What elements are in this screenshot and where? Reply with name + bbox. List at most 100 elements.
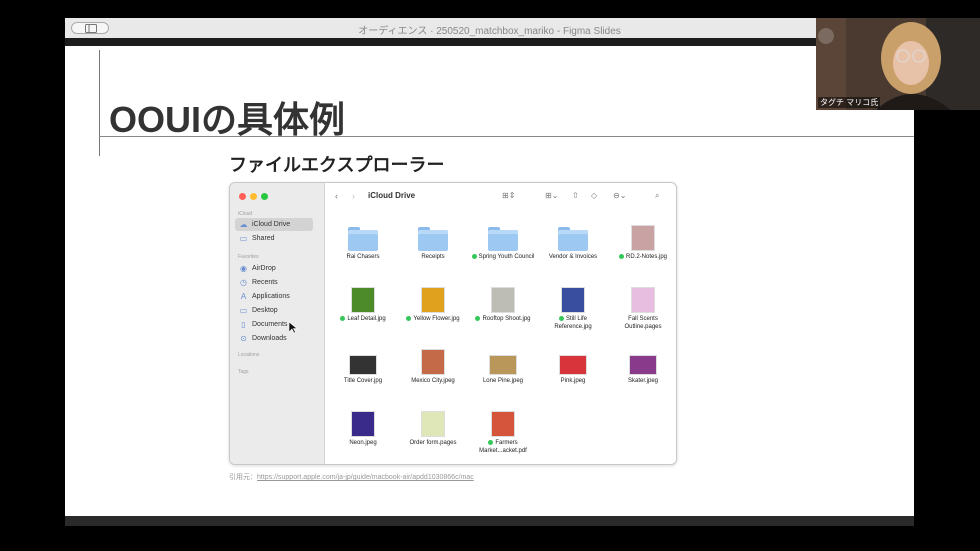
file-name: RD.2-Notes.jpg bbox=[625, 254, 667, 261]
document-icon: ▯ bbox=[241, 320, 246, 329]
file-label: RD.2-Notes.jpg bbox=[610, 254, 676, 262]
cloud-icon: ☁ bbox=[239, 220, 248, 229]
sidebar-section-icloud: iCloud bbox=[238, 211, 253, 217]
file-name: Rai Chasers bbox=[346, 254, 380, 260]
image-thumbnail-icon bbox=[561, 287, 585, 313]
file-name: Lone Pine.jpeg bbox=[482, 378, 524, 384]
file-name: Skater.jpeg bbox=[627, 378, 659, 384]
file-item[interactable]: Skater.jpeg bbox=[610, 345, 676, 386]
file-label: Fall Scents Outline.pages bbox=[610, 316, 676, 331]
file-item[interactable]: Mexico City.jpeg bbox=[400, 345, 466, 386]
sync-status-icon bbox=[475, 316, 481, 321]
webcam-name-label: タグチ マリコ氏 bbox=[818, 97, 881, 108]
file-item[interactable]: Order form.pages bbox=[400, 407, 466, 448]
file-item[interactable]: Leaf Detail.jpg bbox=[330, 283, 396, 324]
group-by-icon[interactable]: ⊞⌄ bbox=[545, 191, 558, 200]
slide-canvas: OOUIの具体例 ファイルエクスプローラー iCloud ☁ iCloud Dr… bbox=[65, 46, 914, 516]
sidebar-item-documents[interactable]: ▯ Documents bbox=[235, 318, 313, 331]
file-item[interactable]: Yellow Flower.jpg bbox=[400, 283, 466, 324]
pages-document-icon bbox=[421, 411, 445, 437]
sync-status-icon bbox=[340, 316, 346, 321]
file-item[interactable]: RD.2-Notes.jpg bbox=[610, 221, 676, 262]
file-item[interactable]: Fall Scents Outline.pages bbox=[610, 283, 676, 331]
minimize-window-button[interactable] bbox=[250, 193, 257, 200]
sidebar-item-label: Applications bbox=[252, 293, 290, 300]
file-name: Spring Youth Council bbox=[478, 254, 535, 261]
back-button[interactable]: ‹ bbox=[335, 191, 338, 201]
file-label: Neon.jpeg bbox=[330, 440, 396, 448]
file-name: Vendor & Invoices bbox=[548, 254, 598, 260]
file-name: Receipts bbox=[421, 254, 445, 260]
share-icon[interactable]: ⇧ bbox=[572, 191, 579, 200]
image-thumbnail-icon bbox=[351, 287, 375, 313]
sidebar-item-desktop[interactable]: ▭ Desktop bbox=[235, 304, 313, 317]
image-thumbnail-icon bbox=[351, 411, 375, 437]
sync-status-icon bbox=[618, 254, 624, 259]
figma-slides-window: オーディエンス · 250520_matchbox_mariko - Figma… bbox=[65, 18, 914, 526]
file-label: Order form.pages bbox=[400, 440, 466, 448]
file-label: Receipts bbox=[400, 254, 466, 262]
file-label: Still Life Reference.jpg bbox=[540, 316, 606, 331]
file-name: Farmers Market...acket.pdf bbox=[479, 440, 527, 454]
folder-item[interactable]: Spring Youth Council bbox=[470, 221, 536, 262]
citation-prefix: 引用元： bbox=[229, 474, 257, 481]
download-icon: ⊙ bbox=[240, 334, 247, 343]
file-item[interactable]: Title Cover.jpg bbox=[330, 345, 396, 386]
window-titlebar: オーディエンス · 250520_matchbox_mariko - Figma… bbox=[65, 18, 914, 39]
image-thumbnail-icon bbox=[491, 287, 515, 313]
folder-item[interactable]: Vendor & Invoices bbox=[540, 221, 606, 262]
file-label: Skater.jpeg bbox=[610, 378, 676, 386]
file-label: Spring Youth Council bbox=[470, 254, 536, 262]
tag-icon[interactable]: ◇ bbox=[591, 191, 597, 200]
file-label: Rai Chasers bbox=[330, 254, 396, 262]
file-item[interactable]: Lone Pine.jpeg bbox=[470, 345, 536, 386]
title-vertical-rule bbox=[99, 50, 100, 156]
sidebar-item-applications[interactable]: A Applications bbox=[235, 290, 313, 303]
folder-item[interactable]: Rai Chasers bbox=[330, 221, 396, 262]
forward-button[interactable]: › bbox=[352, 191, 355, 201]
pages-document-icon bbox=[631, 287, 655, 313]
slide-top-bar bbox=[65, 38, 914, 46]
sidebar-section-tags: Tags bbox=[238, 369, 249, 375]
sidebar-item-shared[interactable]: ▭ Shared bbox=[235, 232, 313, 245]
slide-subtitle: ファイルエクスプローラー bbox=[229, 155, 445, 175]
image-thumbnail-icon bbox=[629, 355, 657, 375]
folder-icon bbox=[488, 227, 518, 251]
file-label: Title Cover.jpg bbox=[330, 378, 396, 386]
applications-icon: A bbox=[240, 292, 247, 301]
search-icon[interactable]: ⌕ bbox=[655, 191, 659, 201]
file-item[interactable]: Neon.jpeg bbox=[330, 407, 396, 448]
image-thumbnail-icon bbox=[631, 225, 655, 251]
sidebar-item-label: Desktop bbox=[252, 307, 278, 314]
sidebar-item-recents[interactable]: ◷ Recents bbox=[235, 276, 313, 289]
sync-status-icon bbox=[558, 316, 564, 321]
file-item[interactable]: Farmers Market...acket.pdf bbox=[470, 407, 536, 455]
view-toggle-icon[interactable]: ⊞⇕ bbox=[502, 191, 515, 200]
file-item[interactable]: Rooftop Shoot.jpg bbox=[470, 283, 536, 324]
citation-link[interactable]: https://support.apple.com/ja-jp/guide/ma… bbox=[257, 474, 474, 481]
image-thumbnail-icon bbox=[349, 355, 377, 375]
sidebar-item-icloud-drive[interactable]: ☁ iCloud Drive bbox=[235, 218, 313, 231]
file-item[interactable]: Pink.jpeg bbox=[540, 345, 606, 386]
file-label: Mexico City.jpeg bbox=[400, 378, 466, 386]
file-name: Mexico City.jpeg bbox=[411, 378, 455, 384]
sidebar-item-downloads[interactable]: ⊙ Downloads bbox=[235, 332, 313, 345]
sidebar-section-locations: Locations bbox=[238, 352, 260, 358]
sync-status-icon bbox=[488, 440, 494, 445]
file-name: Yellow Flower.jpg bbox=[413, 316, 460, 323]
slide-title: OOUIの具体例 bbox=[109, 99, 346, 140]
sidebar-item-label: Documents bbox=[252, 321, 288, 328]
file-item[interactable]: Still Life Reference.jpg bbox=[540, 283, 606, 331]
folder-item[interactable]: Receipts bbox=[400, 221, 466, 262]
zoom-window-button[interactable] bbox=[261, 193, 268, 200]
file-name: Leaf Detail.jpg bbox=[347, 316, 386, 323]
airdrop-icon: ◉ bbox=[240, 264, 247, 273]
file-name: Pink.jpeg bbox=[560, 378, 586, 384]
close-window-button[interactable] bbox=[239, 193, 246, 200]
sync-status-icon bbox=[406, 316, 412, 321]
clock-icon: ◷ bbox=[240, 278, 247, 287]
more-actions-icon[interactable]: ⊖⌄ bbox=[613, 191, 626, 200]
sidebar-item-airdrop[interactable]: ◉ AirDrop bbox=[235, 262, 313, 275]
sidebar-section-favorites: Favorites bbox=[238, 254, 259, 260]
folder-icon bbox=[348, 227, 378, 251]
